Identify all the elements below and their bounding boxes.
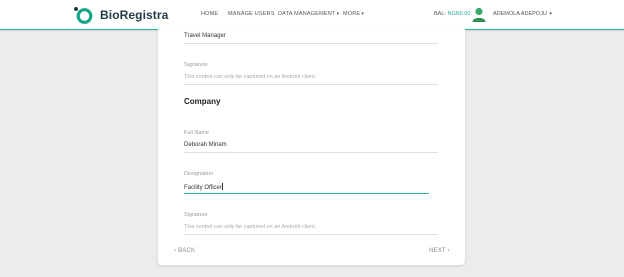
full-name-input[interactable]: Deborah Miriam	[184, 142, 227, 148]
designation-label: Designation	[184, 171, 214, 177]
signature-label: Signature	[184, 212, 208, 218]
field-underline	[184, 84, 438, 85]
user-avatar-icon[interactable]	[472, 7, 486, 22]
chevron-down-icon: ▾	[549, 11, 552, 17]
field-underline	[184, 152, 438, 153]
nav-manage-users[interactable]: MANAGE USERS	[228, 11, 275, 17]
nav-data-management-label: DATA MANAGEMENT	[278, 11, 336, 17]
top-navbar: BioRegistra HOME MANAGE USERS DATA MANAG…	[0, 0, 624, 30]
nav-more-label: MORE	[343, 11, 361, 17]
balance-label: BAL:	[434, 11, 446, 17]
form-card: Travel Manager Signature This control ca…	[158, 29, 465, 265]
user-name: ADEMOLA ADEPOJU	[493, 11, 547, 17]
text-cursor	[222, 183, 223, 190]
chevron-down-icon: ▾	[361, 11, 365, 17]
nav-data-management[interactable]: DATA MANAGEMENT▾	[278, 11, 339, 17]
back-button[interactable]: ‹ BACK	[174, 248, 195, 254]
brand-name[interactable]: BioRegistra	[100, 8, 168, 22]
chevron-down-icon: ▾	[336, 11, 340, 17]
nav-more[interactable]: MORE▾	[343, 11, 364, 17]
designation-input[interactable]: Facility Officer	[184, 183, 223, 191]
bioregistra-logo-icon[interactable]	[73, 6, 93, 24]
full-name-label: Full Name	[184, 130, 210, 136]
section-title-company: Company	[184, 97, 221, 106]
designation-value: Facility Officer	[184, 185, 222, 191]
field-underline	[184, 43, 438, 44]
balance-display: BAL: NGN0.00	[434, 11, 470, 17]
next-button[interactable]: NEXT ›	[429, 248, 450, 254]
user-menu[interactable]: ADEMOLA ADEPOJU ▾	[493, 11, 552, 17]
signature-label: Signature	[184, 62, 208, 68]
field-underline	[184, 234, 438, 235]
signature-hint: This control can only be captured on an …	[184, 74, 315, 80]
nav-home[interactable]: HOME	[201, 11, 218, 17]
designation-underline-active	[184, 193, 429, 194]
balance-amount: NGN0.00	[447, 11, 471, 17]
previous-field-value[interactable]: Travel Manager	[184, 33, 226, 39]
signature-hint: This control can only be captured on an …	[184, 224, 315, 230]
